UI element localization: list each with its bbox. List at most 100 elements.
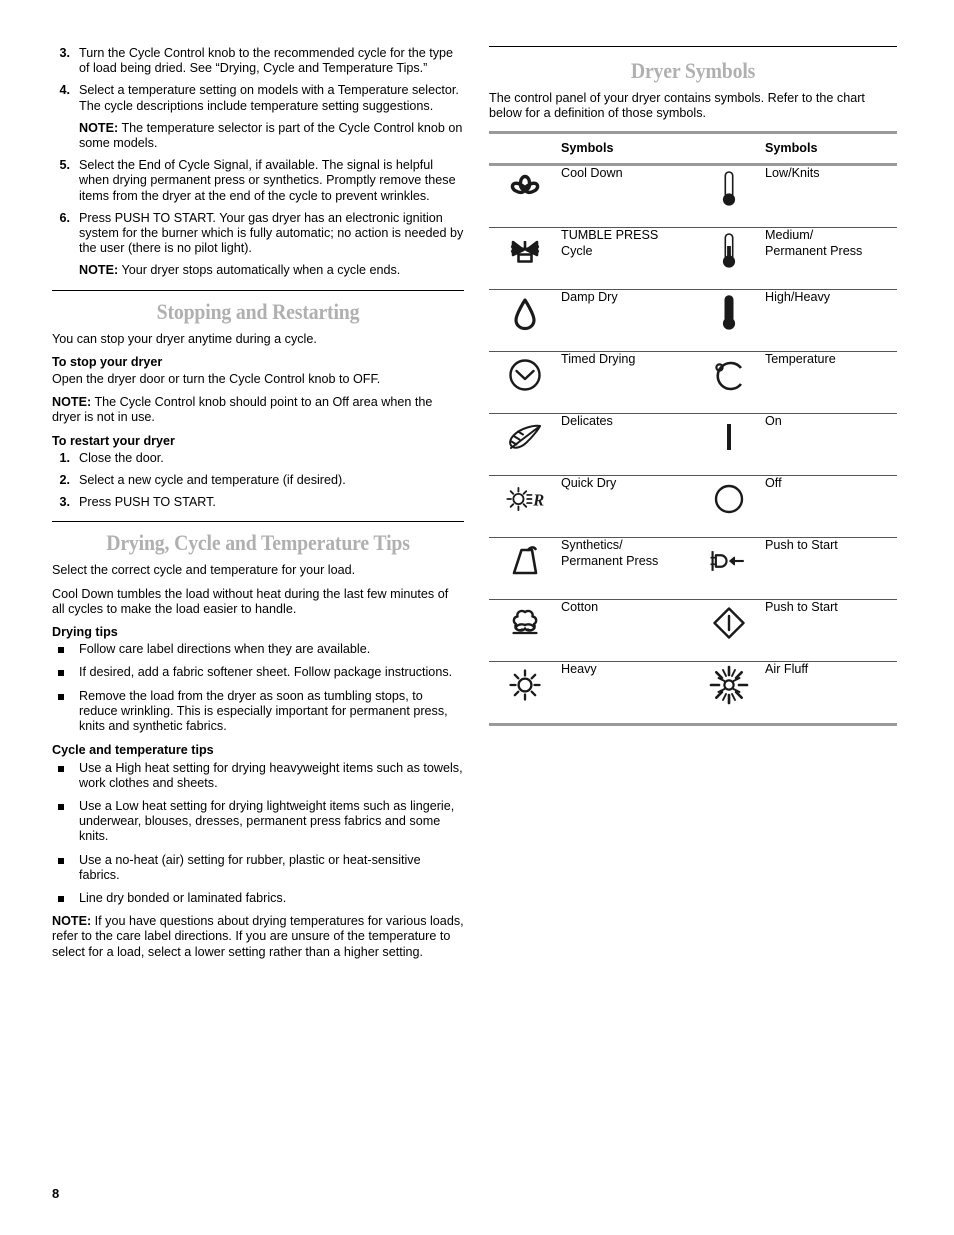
document-page: 3. Turn the Cycle Control knob to the re… — [0, 0, 954, 1235]
square-bullet-icon — [58, 803, 64, 810]
step-text: Turn the Cycle Control knob to the recom… — [79, 46, 454, 76]
icon-cell: R — [489, 475, 561, 539]
symbol-label: On — [765, 413, 897, 477]
icon-cell — [693, 661, 765, 727]
step-number: 1. — [59, 450, 70, 465]
icon-cell — [693, 537, 765, 601]
step-note: NOTE: The temperature selector is part o… — [79, 121, 464, 151]
icon-cell — [489, 661, 561, 727]
table-row: Heavy Air Fluff — [489, 661, 897, 727]
step-text: Select the End of Cycle Signal, if avail… — [79, 158, 456, 203]
symbol-label: Medium/ Permanent Press — [765, 227, 897, 291]
note-text: The temperature selector is part of the … — [79, 120, 463, 151]
section-divider — [52, 521, 464, 523]
section-heading-stopping: Stopping and Restarting — [156, 298, 360, 324]
right-column: Dryer Symbols The control panel of your … — [489, 46, 897, 727]
diamond-push-to-start-icon — [706, 600, 752, 646]
symbol-label: Cotton — [561, 599, 693, 663]
water-droplet-damp-dry-icon — [502, 290, 548, 336]
symbol-label: Synthetics/ Permanent Press — [561, 537, 693, 601]
table-row: Delicates On — [489, 413, 897, 477]
square-bullet-icon — [58, 765, 64, 772]
table-body: Cool Down Low/Knits TUMBLE PRESS Cycle M… — [489, 164, 897, 727]
icon-cell — [693, 227, 765, 291]
svg-text:R: R — [532, 491, 544, 510]
list-item: Follow care label directions when they a… — [52, 642, 464, 657]
list-item: 1. Close the door. — [52, 451, 464, 466]
symbol-label: Damp Dry — [561, 289, 693, 353]
note-label: NOTE: — [79, 263, 119, 278]
drying-tips-list: Follow care label directions when they a… — [52, 642, 464, 734]
restart-steps-list: 1. Close the door. 2. Select a new cycle… — [52, 451, 464, 511]
note-label: NOTE: — [79, 120, 119, 135]
table-header-row: Symbols Symbols — [489, 131, 897, 167]
subheading-drying-tips: Drying tips — [52, 625, 118, 640]
power-off-circle-icon — [706, 476, 752, 522]
icon-cell — [693, 351, 765, 415]
step-text: Select a new cycle and temperature (if d… — [79, 473, 346, 488]
tip-text: Line dry bonded or laminated fabrics. — [79, 890, 287, 905]
sun-r-quick-dry-icon: R — [502, 476, 548, 522]
section-heading-tips: Drying, Cycle and Temperature Tips — [106, 530, 410, 556]
list-item: Remove the load from the dryer as soon a… — [52, 689, 464, 735]
table-header-blank-left — [489, 131, 561, 167]
note-label: NOTE: — [52, 914, 92, 929]
stopping-note: NOTE: The Cycle Control knob should poin… — [52, 395, 464, 425]
symbol-label: Off — [765, 475, 897, 539]
table-row: TUMBLE PRESS Cycle Medium/ Permanent Pre… — [489, 227, 897, 291]
power-on-bar-icon — [706, 414, 752, 460]
square-bullet-icon — [58, 693, 64, 700]
note-label: NOTE: — [52, 395, 92, 410]
square-bullet-icon — [58, 895, 64, 902]
symbol-label: Push to Start — [765, 537, 897, 601]
cycle-tips-list: Use a High heat setting for drying heavy… — [52, 761, 464, 907]
symbol-label: Timed Drying — [561, 351, 693, 415]
list-item: Line dry bonded or laminated fabrics. — [52, 891, 464, 906]
icon-cell — [693, 413, 765, 477]
icon-cell — [489, 413, 561, 477]
symbol-label: Heavy — [561, 661, 693, 727]
plug-push-to-start-icon — [706, 538, 752, 584]
symbol-label: Cool Down — [561, 164, 693, 229]
table-header-symbols-left: Symbols — [561, 131, 693, 167]
square-bullet-icon — [58, 647, 64, 654]
note-text: The Cycle Control knob should point to a… — [52, 395, 433, 425]
step-number: 5. — [59, 158, 70, 173]
step-text: Close the door. — [79, 450, 164, 465]
procedure-steps-list: 3. Turn the Cycle Control knob to the re… — [52, 46, 464, 279]
page-number: 8 — [52, 1186, 60, 1201]
tips-intro-1: Select the correct cycle and temperature… — [52, 563, 356, 578]
symbol-label: High/Heavy — [765, 289, 897, 353]
step-text: Press PUSH TO START. — [79, 495, 216, 510]
list-item: 4. Select a temperature setting on model… — [52, 83, 464, 151]
final-note: NOTE: If you have questions about drying… — [52, 914, 464, 960]
list-item: 3. Turn the Cycle Control knob to the re… — [52, 46, 464, 76]
list-item: Use a High heat setting for drying heavy… — [52, 761, 464, 791]
symbol-label: Air Fluff — [765, 661, 897, 727]
table-header: Symbols Symbols — [489, 131, 897, 167]
section-divider — [52, 289, 464, 291]
table-row: Cotton Push to Start — [489, 599, 897, 663]
subheading-to-restart: To restart your dryer — [52, 433, 175, 448]
thermometer-medium-icon — [706, 228, 752, 274]
fan-cool-down-icon — [502, 166, 548, 212]
square-bullet-icon — [58, 857, 64, 864]
icon-cell — [489, 289, 561, 353]
step-text: Press PUSH TO START. Your gas dryer has … — [79, 210, 464, 256]
subheading-to-stop: To stop your dryer — [52, 354, 163, 369]
clock-timed-drying-icon — [502, 352, 548, 398]
section-heading-dryer-symbols: Dryer Symbols — [630, 58, 756, 83]
dryer-symbols-table: Symbols Symbols Cool Down Low/Knits TUMB… — [489, 131, 897, 727]
degrees-celsius-icon — [706, 352, 752, 398]
left-column: 3. Turn the Cycle Control knob to the re… — [52, 46, 464, 968]
stop-instructions: Open the dryer door or turn the Cycle Co… — [52, 372, 381, 387]
tip-text: Remove the load from the dryer as soon a… — [79, 688, 448, 734]
starburst-air-fluff-icon — [706, 662, 752, 708]
step-number: 3. — [59, 46, 70, 60]
thermometer-low-icon — [706, 166, 752, 212]
symbol-label: Quick Dry — [561, 475, 693, 539]
icon-cell — [693, 164, 765, 229]
note-text: If you have questions about drying tempe… — [52, 914, 464, 959]
iron-synthetics-icon — [502, 538, 548, 584]
square-bullet-icon — [58, 670, 64, 677]
